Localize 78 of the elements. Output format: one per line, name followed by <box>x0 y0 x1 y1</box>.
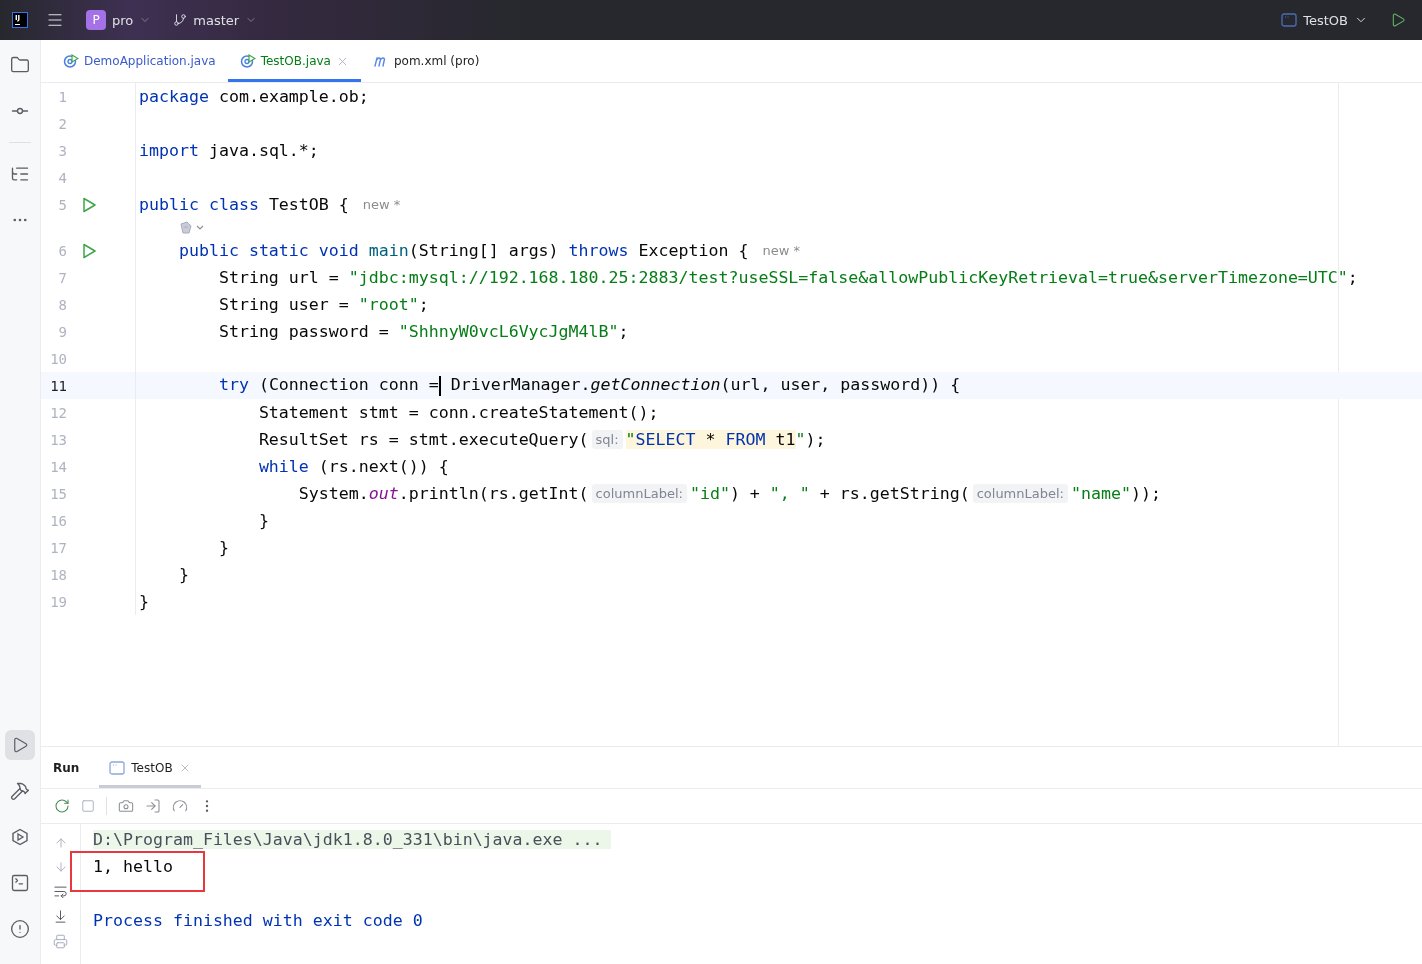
code-text: } <box>217 538 229 557</box>
gauge-icon[interactable] <box>172 798 188 814</box>
line-number: 18 <box>49 566 67 583</box>
run-icon[interactable] <box>81 196 97 213</box>
code-text: Statement stmt = conn.createStatement(); <box>257 403 659 422</box>
line-number: 8 <box>57 296 67 313</box>
wrap-icon[interactable] <box>53 884 68 899</box>
line-number: 1 <box>57 88 67 105</box>
scroll-to-end-icon[interactable] <box>53 909 68 924</box>
editor-tab[interactable]: TestOB.java <box>227 40 361 82</box>
code-text: try (Connection conn = DriverManager.getConnection(url, user, password)) { <box>217 375 961 396</box>
editor-tab[interactable]: DemoApplication.java <box>51 40 228 82</box>
line-number: 5 <box>57 196 67 213</box>
code-text: System.out.println(rs.getInt( <box>297 484 589 503</box>
hammer-icon[interactable] <box>10 781 30 801</box>
code-text: while (rs.next()) { <box>257 457 449 476</box>
code-text: "name")); <box>1071 484 1161 503</box>
problems-icon[interactable] <box>10 919 30 939</box>
line-number: 10 <box>49 350 67 367</box>
application-icon <box>109 760 126 775</box>
line-number: 13 <box>49 431 67 448</box>
branch-selector[interactable]: master <box>169 9 262 31</box>
branch-icon <box>173 13 188 27</box>
line-number: 3 <box>57 142 67 159</box>
application-icon <box>1281 13 1298 27</box>
author-inlay[interactable]: new * <box>762 243 800 258</box>
line-number: 17 <box>49 539 67 556</box>
code-text: package com.example.ob; <box>139 87 369 106</box>
code-text: String password = "ShhnyW0vcL6VycJgM4lB"; <box>217 322 629 341</box>
code-text: } <box>257 511 269 530</box>
parameter-hint: columnLabel: <box>972 484 1068 503</box>
run-tab[interactable]: TestOB <box>99 747 201 788</box>
services-icon[interactable] <box>11 828 29 846</box>
run-icon[interactable] <box>1390 12 1406 28</box>
camera-icon[interactable] <box>118 798 134 814</box>
line-number: 9 <box>57 323 67 340</box>
code-text: String user = "root"; <box>217 295 429 314</box>
code-text: public class TestOB { <box>139 195 349 214</box>
line-number: 4 <box>57 169 67 186</box>
line-number: 15 <box>49 485 67 502</box>
code-text: public static void main(String[] args) throws Exception { <box>177 241 749 260</box>
line-number: 7 <box>57 269 67 286</box>
folder-icon[interactable] <box>10 55 30 75</box>
parameter-hint: columnLabel: <box>591 484 687 503</box>
author-inlay[interactable]: new * <box>362 197 401 212</box>
line-number: 16 <box>49 512 67 529</box>
class-file-icon <box>63 53 79 69</box>
code-text: ResultSet rs = stmt.executeQuery( <box>257 430 589 449</box>
run-icon[interactable] <box>81 242 97 259</box>
code-text: "SELECT * FROM t1"); <box>625 430 826 449</box>
menu-icon[interactable] <box>46 11 64 29</box>
run-config-name: TestOB <box>1303 12 1348 28</box>
exit-icon[interactable] <box>145 798 161 814</box>
panel-title: Run <box>53 760 80 775</box>
console-line: 1, hello <box>93 857 173 876</box>
project-name: pro <box>112 12 134 28</box>
class-file-icon <box>239 53 256 69</box>
branch-name: master <box>193 12 240 28</box>
line-number: 2 <box>57 115 67 132</box>
code-text: String url = "jdbc:mysql://192.168.180.25:2883/test?useSSL=false&allowPublicKeyRetrieval=true&serverTimezone=UTC"; <box>217 268 1358 287</box>
run-icon[interactable] <box>11 736 29 754</box>
code-text: "id") + ", " + rs.getString( <box>689 484 970 503</box>
line-number: 19 <box>49 593 67 610</box>
line-number: 14 <box>49 458 67 475</box>
line-number: 6 <box>57 242 67 259</box>
editor-tab[interactable]: pom.xml (pro) <box>360 40 492 82</box>
run-config-selector[interactable]: TestOB <box>1277 9 1372 31</box>
rerun-icon[interactable] <box>54 798 70 814</box>
project-selector[interactable]: P pro <box>82 7 156 33</box>
code-text: import java.sql.*; <box>139 141 319 160</box>
parameter-hint: sql: <box>591 430 623 449</box>
line-number: 12 <box>49 404 67 421</box>
code-text: } <box>177 565 189 584</box>
code-text: } <box>139 592 149 611</box>
project-badge: P <box>86 10 106 30</box>
line-number: 11 <box>49 377 67 394</box>
console-line: Process finished with exit code 0 <box>93 911 423 930</box>
terminal-icon[interactable] <box>10 873 30 893</box>
